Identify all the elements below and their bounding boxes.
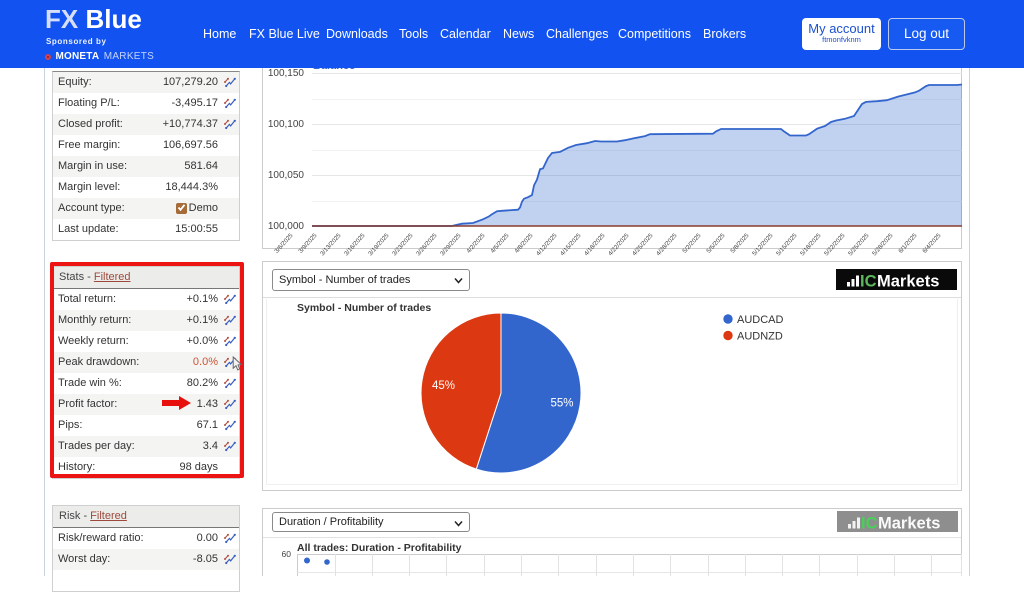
svg-text:Markets: Markets [877,273,939,291]
svg-text:IC: IC [860,273,877,291]
svg-text:Markets: Markets [878,515,940,533]
svg-text:IC: IC [861,515,878,533]
svg-text:45%: 45% [432,380,455,392]
svg-text:AUDCAD: AUDCAD [737,314,784,326]
svg-text:55%: 55% [550,398,573,410]
svg-text:AUDNZD: AUDNZD [737,331,783,343]
